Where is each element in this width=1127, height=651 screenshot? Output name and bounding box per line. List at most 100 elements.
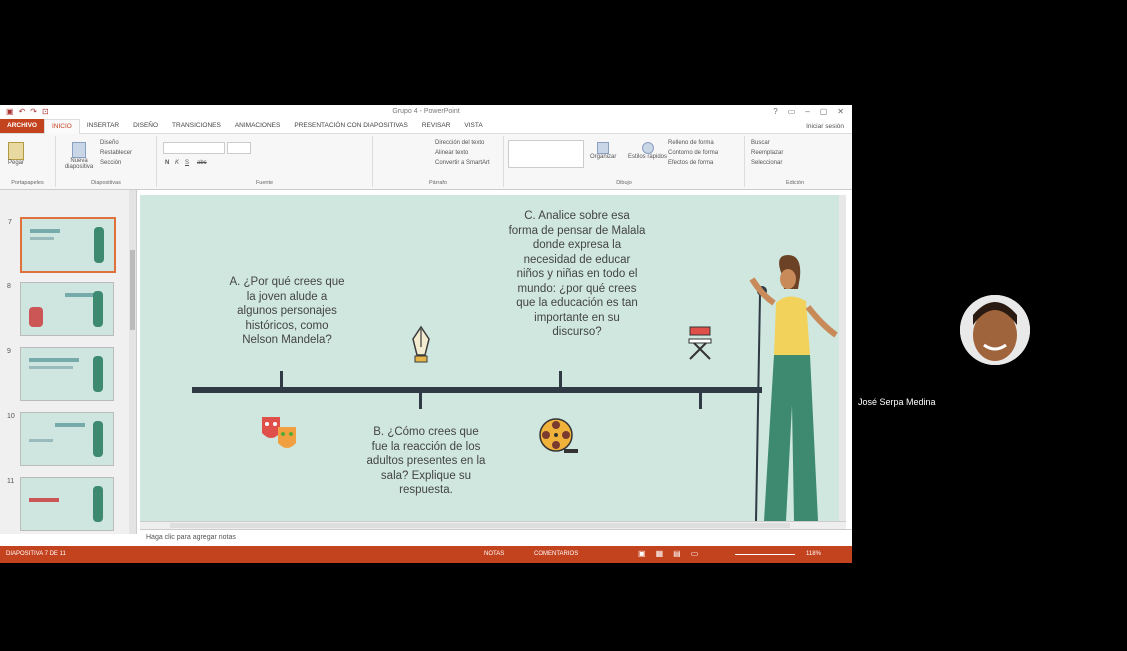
scrollbar-thumb[interactable] xyxy=(170,523,790,528)
notes-button[interactable]: NOTAS xyxy=(484,551,504,557)
underline-button[interactable]: S xyxy=(185,160,189,166)
slide-thumbnail-9[interactable]: 9 xyxy=(7,347,114,401)
participant-tile[interactable]: José Serpa Medina xyxy=(852,251,1127,411)
group-font: N K S abc Fuente xyxy=(157,136,373,187)
group-slides: Nueva diapositiva Diseño Restablecer Sec… xyxy=(56,136,157,187)
tab-transitions[interactable]: TRANSICIONES xyxy=(165,119,228,133)
group-drawing: Organizar Estilos rápidos Relleno de for… xyxy=(504,136,745,187)
tab-insert[interactable]: INSERTAR xyxy=(80,119,126,133)
slide-canvas[interactable]: A. ¿Por qué crees que la joven alude a a… xyxy=(140,195,846,521)
ribbon-options-icon[interactable]: ▭ xyxy=(788,107,796,116)
thumb-figure xyxy=(93,486,103,522)
ribbon-tabs: ARCHIVO INICIO INSERTAR DISEÑO TRANSICIO… xyxy=(0,118,852,134)
paste-button[interactable]: Pegar xyxy=(8,142,24,166)
slide-thumbnail-8[interactable]: 8 xyxy=(7,282,114,336)
slide-thumbnail-11[interactable]: 11 xyxy=(7,477,114,531)
thumb-figure xyxy=(93,421,103,457)
thumbnails-scrollbar[interactable] xyxy=(129,190,136,534)
zoom-level[interactable]: 118% xyxy=(806,551,821,557)
replace-button[interactable]: Reemplazar xyxy=(751,150,783,156)
slide-number: 9 xyxy=(7,348,11,355)
close-icon[interactable]: ✕ xyxy=(837,107,844,116)
font-size-select[interactable] xyxy=(227,142,251,154)
help-icon[interactable]: ? xyxy=(773,107,777,116)
tab-home[interactable]: INICIO xyxy=(43,118,80,134)
select-button[interactable]: Seleccionar xyxy=(751,160,782,166)
slide-thumbnails-pane: 7 8 9 10 11 xyxy=(0,190,137,534)
group-label-clipboard: Portapapeles xyxy=(11,180,44,186)
group-label-font: Fuente xyxy=(255,180,274,186)
smartart-button[interactable]: Convertir a SmartArt xyxy=(435,160,490,166)
shapes-gallery[interactable] xyxy=(508,140,584,168)
tab-animations[interactable]: ANIMACIONES xyxy=(228,119,288,133)
slide-number: 7 xyxy=(8,219,12,226)
slide-thumbnail-10[interactable]: 10 xyxy=(7,412,114,466)
minimize-icon[interactable]: – xyxy=(805,107,809,116)
tab-review[interactable]: REVISAR xyxy=(415,119,458,133)
new-slide-button[interactable]: Nueva diapositiva xyxy=(62,142,96,170)
group-label-slides: Diapositivas xyxy=(91,180,121,186)
tab-slideshow[interactable]: PRESENTACIÓN CON DIAPOSITIVAS xyxy=(287,119,415,133)
slideshow-icon[interactable]: ▭ xyxy=(691,549,699,558)
timeline-bar xyxy=(192,387,762,393)
question-a-text[interactable]: A. ¿Por qué crees que la joven alude a a… xyxy=(202,275,372,348)
slide-counter: DIAPOSITIVA 7 DE 11 xyxy=(6,551,66,557)
window-title: Grupo 4 - PowerPoint xyxy=(392,108,460,115)
speaker-illustration xyxy=(749,255,838,521)
status-bar: DIAPOSITIVA 7 DE 11 NOTAS COMENTARIOS ▣ … xyxy=(0,546,852,563)
shape-fill-button[interactable]: Relleno de forma xyxy=(668,140,714,146)
align-text-button[interactable]: Alinear texto xyxy=(435,150,468,156)
arrange-button[interactable]: Organizar xyxy=(590,142,616,160)
thumb-text xyxy=(29,439,53,442)
window-controls: ? ▭ – ▢ ✕ xyxy=(773,107,844,116)
reading-view-icon[interactable]: ▤ xyxy=(673,549,681,558)
scrollbar-thumb[interactable] xyxy=(130,250,135,330)
zoom-slider[interactable] xyxy=(735,554,795,555)
normal-view-icon[interactable]: ▣ xyxy=(638,549,646,558)
tab-file[interactable]: ARCHIVO xyxy=(0,119,44,133)
signin-link[interactable]: Iniciar sesión xyxy=(806,123,852,130)
thumb-text xyxy=(30,229,60,233)
participant-name: José Serpa Medina xyxy=(858,397,936,407)
sorter-view-icon[interactable]: ▦ xyxy=(656,549,664,558)
group-label-editing: Edición xyxy=(785,180,805,186)
group-label-paragraph: Párrafo xyxy=(428,180,448,186)
comments-button[interactable]: COMENTARIOS xyxy=(534,551,578,557)
timeline-tick xyxy=(699,391,702,409)
slide-number: 11 xyxy=(7,478,15,485)
font-name-select[interactable] xyxy=(163,142,225,154)
question-c-text[interactable]: C. Analice sobre esa forma de pensar de … xyxy=(492,209,662,340)
bold-button[interactable]: N xyxy=(165,160,169,166)
timeline-tick xyxy=(280,371,283,389)
thumb-figure xyxy=(93,291,103,327)
layout-button[interactable]: Diseño xyxy=(100,140,119,146)
slide-scrollbar[interactable] xyxy=(839,195,846,521)
shape-outline-button[interactable]: Contorno de forma xyxy=(668,150,718,156)
question-b-text[interactable]: B. ¿Cómo crees que fue la reacción de lo… xyxy=(352,425,500,498)
strikethrough-button[interactable]: abc xyxy=(197,160,207,166)
tab-view[interactable]: VISTA xyxy=(457,119,489,133)
slide-number: 10 xyxy=(7,413,15,420)
quick-styles-button[interactable]: Estilos rápidos xyxy=(628,142,667,160)
section-button[interactable]: Sección xyxy=(100,160,121,166)
slide-thumbnail-7[interactable]: 7 xyxy=(8,217,116,273)
italic-button[interactable]: K xyxy=(175,160,179,166)
powerpoint-window: ▣ ↶ ↷ ⊡ Grupo 4 - PowerPoint ? ▭ – ▢ ✕ A… xyxy=(0,105,852,563)
tab-design[interactable]: DISEÑO xyxy=(126,119,165,133)
avatar xyxy=(960,295,1030,365)
reset-button[interactable]: Restablecer xyxy=(100,150,132,156)
find-button[interactable]: Buscar xyxy=(751,140,770,146)
ribbon: Pegar Portapapeles Nueva diapositiva Dis… xyxy=(0,134,852,190)
pen-nib-icon xyxy=(412,325,430,363)
text-direction-button[interactable]: Dirección del texto xyxy=(435,140,484,146)
notes-pane[interactable]: Haga clic para agregar notas xyxy=(140,529,852,545)
timeline-tick xyxy=(559,371,562,389)
shape-effects-button[interactable]: Efectos de forma xyxy=(668,160,713,166)
slide-number: 8 xyxy=(7,283,11,290)
group-clipboard: Pegar Portapapeles xyxy=(0,136,56,187)
thumb-text xyxy=(29,366,73,369)
group-paragraph: Dirección del texto Alinear texto Conver… xyxy=(373,136,504,187)
maximize-icon[interactable]: ▢ xyxy=(820,107,828,116)
group-editing: Buscar Reemplazar Seleccionar Edición xyxy=(745,136,845,187)
theater-masks-icon xyxy=(262,417,296,448)
